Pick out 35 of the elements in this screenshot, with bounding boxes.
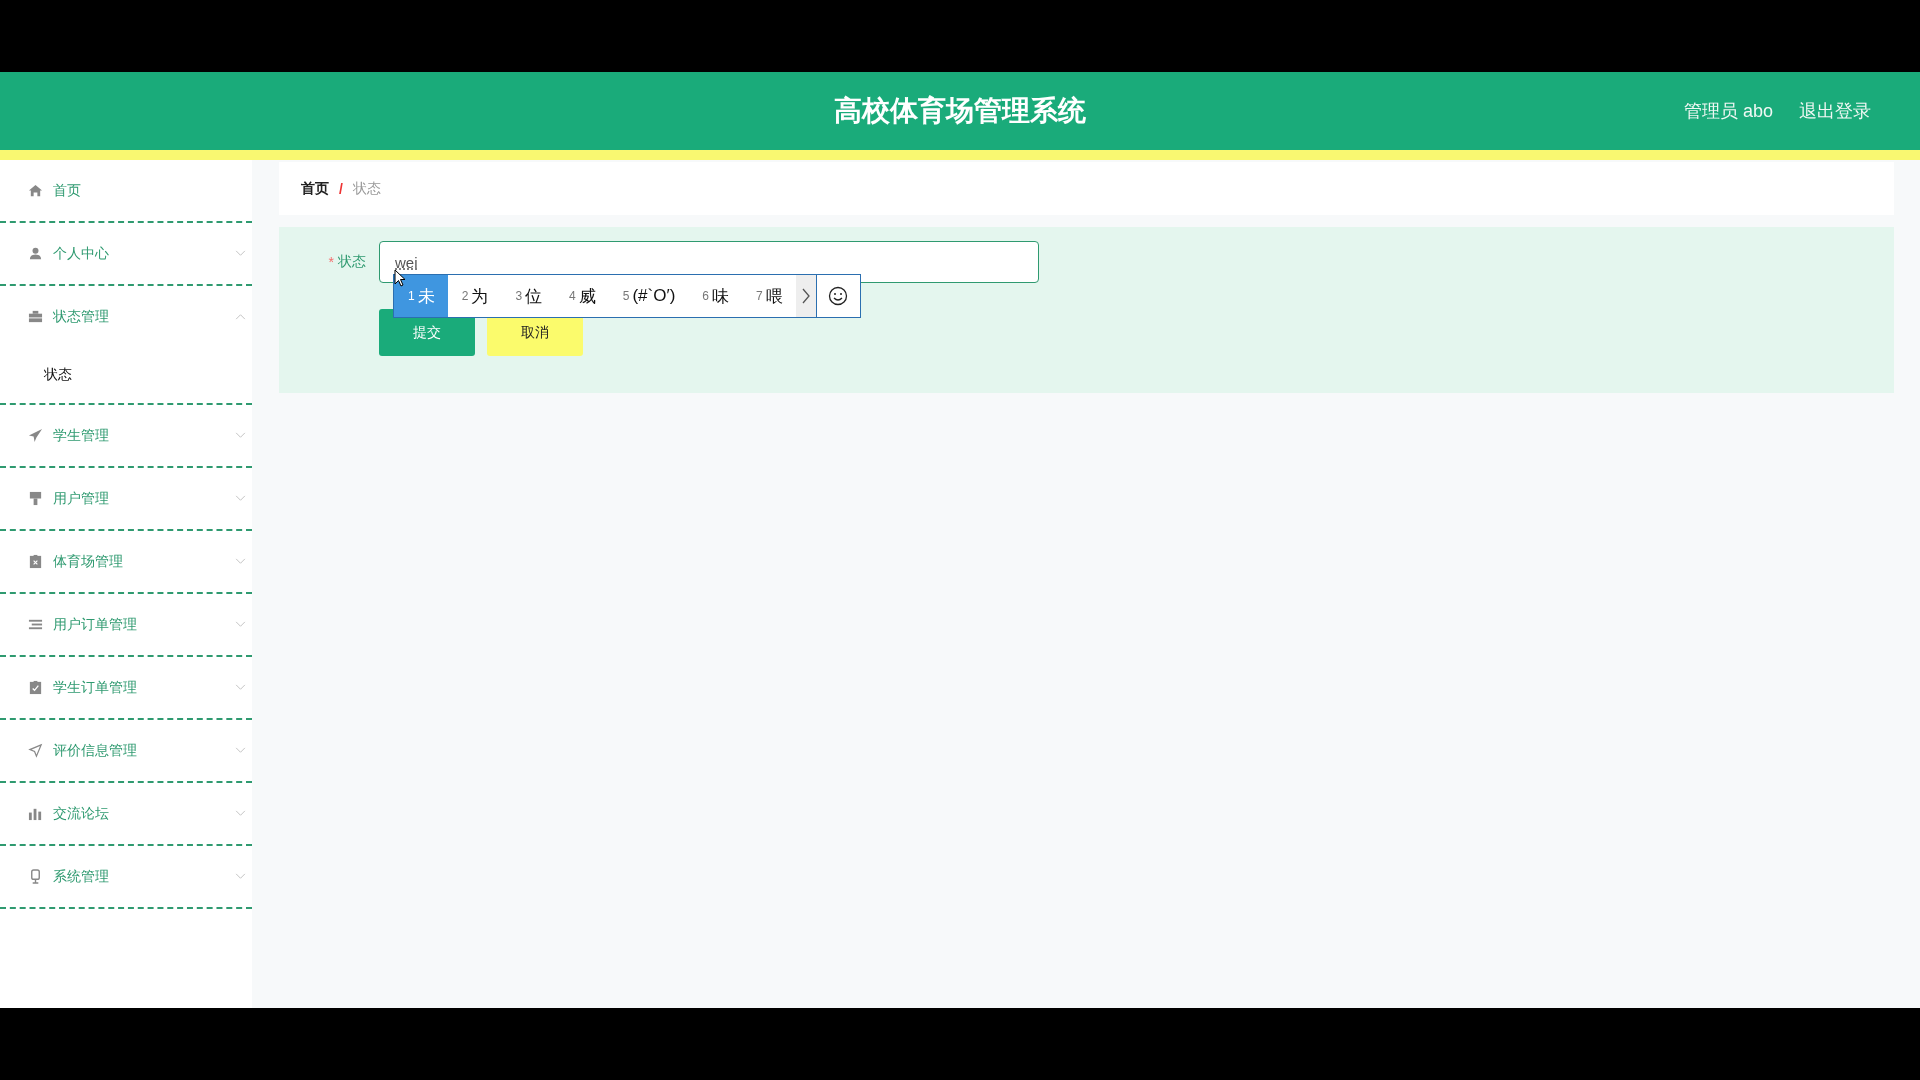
user-icon	[28, 246, 43, 261]
ime-candidate[interactable]: 1 未	[394, 275, 448, 317]
submenu-item[interactable]: 状态	[0, 347, 72, 403]
sidebar-item[interactable]: 个人中心	[0, 223, 252, 284]
next-page-button[interactable]	[795, 275, 816, 317]
chevron-right-icon	[800, 288, 811, 304]
briefcase-icon	[28, 309, 43, 324]
microphone-icon	[28, 869, 43, 884]
sidebar-item[interactable]: 系统管理	[0, 846, 252, 907]
required-mark: *	[328, 254, 334, 270]
brush-icon	[28, 491, 43, 506]
send-icon	[28, 743, 43, 758]
paper-plane-icon	[28, 428, 43, 443]
sidebar-item[interactable]: 状态管理	[0, 286, 252, 347]
sidebar-item[interactable]: 用户管理	[0, 468, 252, 529]
smiley-icon	[828, 286, 849, 306]
sidebar-item[interactable]: 学生订单管理	[0, 657, 252, 718]
bar-chart-icon	[28, 806, 43, 821]
sidebar-item[interactable]: 首页	[0, 160, 252, 221]
logout-link[interactable]: 退出登录	[1799, 99, 1871, 123]
breadcrumb-separator: /	[339, 180, 343, 197]
sidebar-item[interactable]: 评价信息管理	[0, 720, 252, 781]
home-icon	[28, 183, 43, 198]
breadcrumb-item: 状态	[352, 179, 381, 198]
user-name: 管理员 abo	[1683, 100, 1773, 123]
sidebar-item[interactable]: 学生管理	[0, 405, 252, 466]
sidebar-item[interactable]: 交流论坛	[0, 783, 252, 844]
clipboard-icon	[28, 554, 43, 569]
field-label: 状态	[338, 253, 366, 271]
sidebar-item[interactable]: 用户订单管理	[0, 594, 252, 655]
clipboard-check-icon	[28, 680, 43, 695]
breadcrumb-item[interactable]: 首页	[301, 179, 329, 198]
sidebar-item[interactable]: 体育场管理	[0, 531, 252, 592]
app-title: 高校体育场管理系统	[834, 94, 1086, 128]
list-icon	[28, 617, 43, 632]
